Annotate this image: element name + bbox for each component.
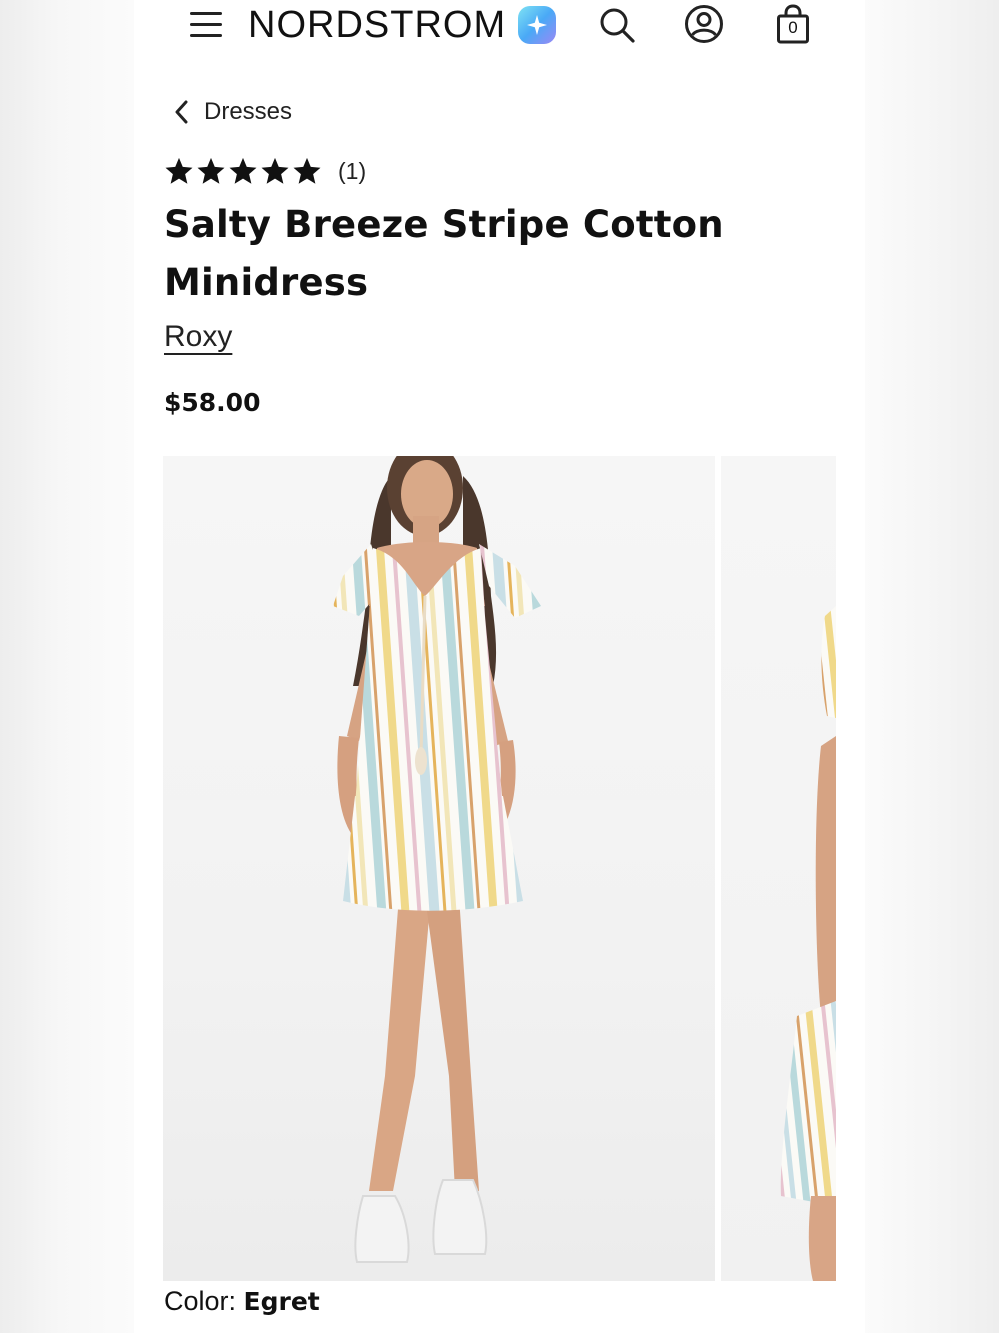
breadcrumb[interactable]: Dresses — [174, 96, 292, 128]
bag-count: 0 — [788, 18, 798, 37]
color-selector-label: Color: Egret — [164, 1286, 320, 1317]
color-value: Egret — [243, 1287, 320, 1316]
star-rating[interactable]: (1) — [164, 156, 366, 186]
sparkle-ai-icon[interactable] — [518, 6, 556, 44]
star-icon — [197, 157, 225, 184]
search-icon[interactable] — [598, 6, 636, 48]
product-title: Salty Breeze Stripe Cotton Minidress — [164, 203, 724, 304]
nordstrom-logo[interactable]: NORDSTROM — [248, 2, 506, 48]
star-icon — [261, 157, 289, 184]
site-header: NORDSTROM 0 — [134, 0, 865, 52]
star-icon — [165, 157, 193, 184]
star-icon — [293, 157, 321, 184]
product-image-main[interactable] — [163, 456, 715, 1281]
right-margin — [865, 0, 999, 1333]
product-page: NORDSTROM 0 Dresses (1) Salty Breeze Str… — [134, 0, 865, 1333]
chevron-left-icon — [175, 100, 188, 124]
review-count[interactable]: (1) — [338, 158, 366, 185]
brand-link[interactable]: Roxy — [164, 320, 232, 354]
breadcrumb-label[interactable]: Dresses — [204, 98, 292, 126]
image-gallery[interactable] — [163, 456, 865, 1281]
product-image-secondary[interactable] — [721, 456, 836, 1281]
product-price: $58.00 — [164, 388, 261, 417]
menu-icon[interactable] — [190, 10, 222, 40]
color-label: Color: — [164, 1286, 237, 1316]
account-icon[interactable] — [684, 4, 724, 48]
star-icon — [229, 157, 257, 184]
